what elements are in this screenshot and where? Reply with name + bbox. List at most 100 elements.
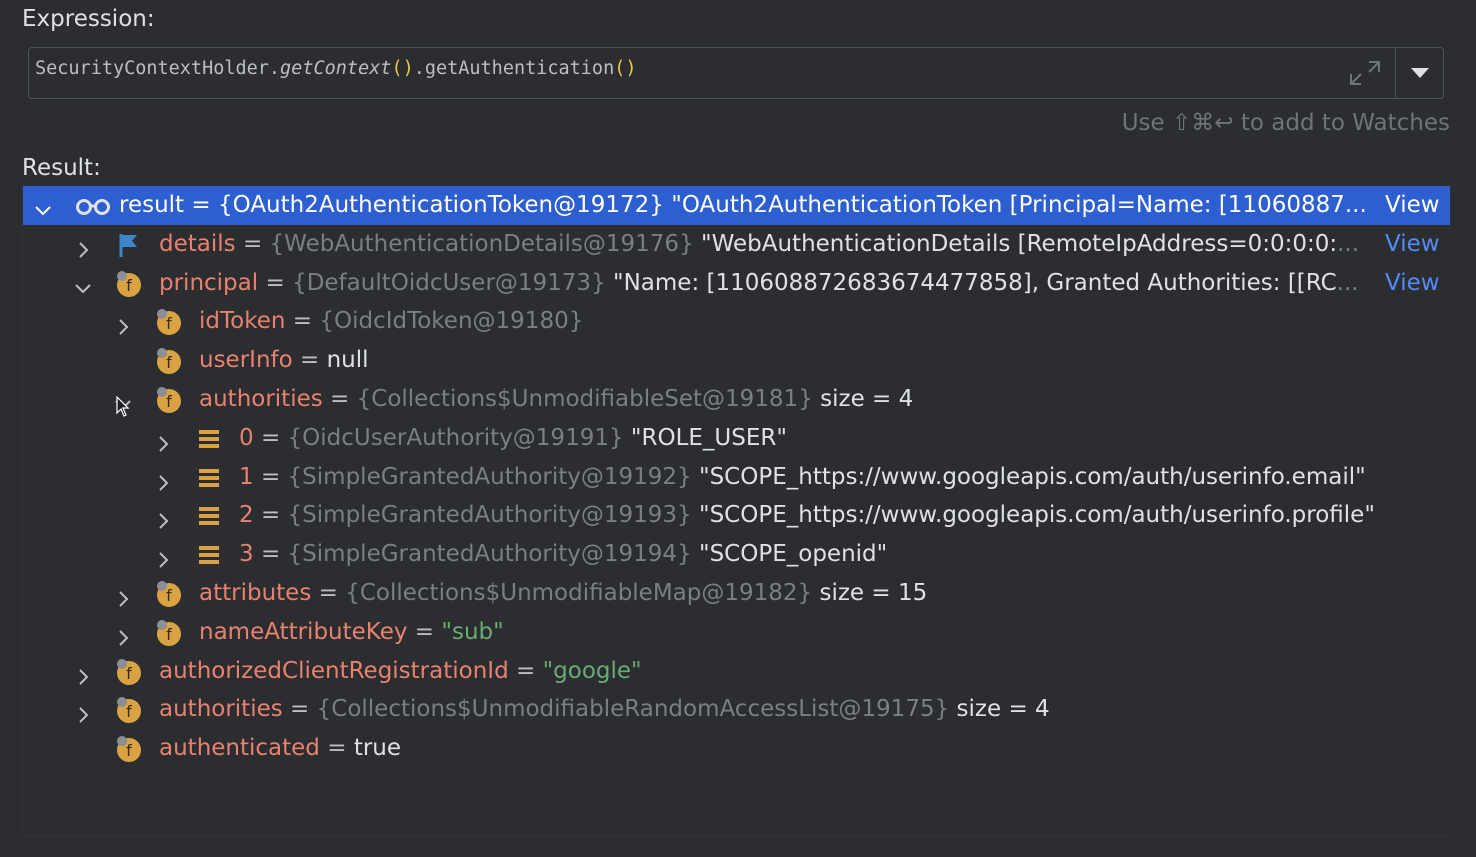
field-icon: f	[115, 735, 143, 763]
variable-name: 3	[239, 541, 254, 568]
tree-row-content: 0 = {OidcUserAuthority@19191} "ROLE_USER…	[239, 419, 787, 458]
object-type: {SimpleGrantedAuthority@19194}	[287, 541, 692, 568]
field-icon: f	[155, 386, 183, 414]
tree-row[interactable]: f attributes = {Collections$UnmodifiableM…	[23, 574, 1450, 613]
equals-sign: =	[282, 696, 317, 723]
chevron-right-icon[interactable]	[73, 699, 93, 724]
tree-row-content: authorities = {Collections$UnmodifiableR…	[159, 690, 1050, 729]
tree-row-content: authenticated = true	[159, 729, 401, 768]
variable-value: "SCOPE_https://www.googleapis.com/auth/u…	[691, 502, 1375, 529]
tree-row-content: result = {OAuth2AuthenticationToken@1917…	[119, 186, 1367, 225]
variable-value: "sub"	[441, 618, 504, 645]
chevron-down-icon[interactable]	[33, 195, 53, 216]
tree-row[interactable]: f authorizedClientRegistrationId = "googl…	[23, 652, 1450, 691]
tree-row[interactable]: 1 = {SimpleGrantedAuthority@19192} "SCOP…	[23, 458, 1450, 497]
svg-text:f: f	[166, 625, 172, 644]
chevron-down-icon[interactable]	[73, 273, 93, 294]
field-icon: f	[155, 347, 183, 375]
tree-row[interactable]: f authenticated = true	[23, 729, 1450, 768]
variable-name: userInfo	[199, 347, 293, 374]
variable-name: result	[119, 192, 185, 218]
equals-sign: =	[258, 269, 293, 296]
svg-text:f: f	[166, 353, 172, 372]
svg-text:f: f	[126, 664, 132, 683]
array-element-icon	[195, 541, 223, 569]
tree-row-content: details = {WebAuthenticationDetails@1917…	[159, 225, 1359, 264]
variable-name: 0	[239, 424, 254, 451]
variable-name: authorities	[199, 385, 323, 412]
equals-sign: =	[508, 657, 543, 684]
object-type: {Collections$UnmodifiableMap@19182}	[345, 579, 813, 606]
chevron-right-icon[interactable]	[153, 428, 173, 452]
tree-row[interactable]: result = {OAuth2AuthenticationToken@1917…	[23, 186, 1450, 225]
equals-sign: =	[253, 502, 288, 529]
equals-sign: =	[407, 618, 442, 645]
tree-row[interactable]: f idToken = {OidcIdToken@19180}	[23, 302, 1450, 341]
view-link[interactable]: View	[1385, 264, 1440, 303]
chevron-right-icon[interactable]	[153, 467, 173, 491]
variable-value: size = 4	[812, 385, 914, 412]
object-type: {DefaultOidcUser@19173}	[292, 269, 606, 296]
truncation-ellipsis: ...	[1344, 192, 1367, 218]
tree-row[interactable]: details = {WebAuthenticationDetails@1917…	[23, 225, 1450, 264]
tree-row-content: authorizedClientRegistrationId = "google…	[159, 652, 642, 691]
tree-row[interactable]: f authorities = {Collections$Unmodifiable…	[23, 380, 1450, 419]
add-to-watches-hint: Use ⇧⌘↩ to add to Watches	[1121, 110, 1450, 136]
tree-row[interactable]: 2 = {SimpleGrantedAuthority@19193} "SCOP…	[23, 496, 1450, 535]
flag-icon	[115, 231, 143, 259]
equals-sign: =	[253, 463, 288, 490]
evaluate-expression-dialog: Expression: SecurityContextHolder.getCon…	[0, 0, 1476, 857]
expand-icon[interactable]	[1347, 58, 1383, 88]
variable-name: 1	[239, 463, 254, 490]
tree-row-content: idToken = {OidcIdToken@19180}	[199, 302, 583, 341]
variable-value: "Name: [110608872683674477858], Granted …	[605, 269, 1337, 296]
variable-value: "google"	[542, 657, 642, 684]
chevron-right-icon[interactable]	[113, 311, 133, 336]
chevron-right-icon[interactable]	[113, 583, 133, 607]
tree-row[interactable]: 3 = {SimpleGrantedAuthority@19194} "SCOP…	[23, 535, 1450, 574]
expression-input[interactable]: SecurityContextHolder.getContext().getAu…	[28, 47, 1444, 99]
view-link[interactable]: View	[1385, 186, 1440, 225]
svg-text:f: f	[166, 586, 172, 605]
chevron-right-icon[interactable]	[73, 661, 93, 685]
tree-row[interactable]: f userInfo = null	[23, 341, 1450, 380]
field-icon: f	[115, 658, 143, 686]
equals-sign: =	[311, 579, 346, 606]
equals-sign: =	[285, 308, 320, 335]
array-element-icon	[195, 425, 223, 453]
variable-value: null	[326, 347, 369, 374]
object-type: {SimpleGrantedAuthority@19192}	[287, 463, 692, 490]
array-element-icon	[195, 502, 223, 530]
expression-text[interactable]: SecurityContextHolder.getContext().getAu…	[35, 58, 636, 79]
object-type: {Collections$UnmodifiableSet@19181}	[356, 385, 813, 412]
tree-row[interactable]: f nameAttributeKey = "sub"	[23, 613, 1450, 652]
variable-name: details	[159, 230, 236, 257]
field-icon: f	[155, 580, 183, 608]
chevron-right-icon[interactable]	[73, 234, 93, 258]
truncation-ellipsis: ...	[1337, 230, 1360, 257]
tree-row[interactable]: 0 = {OidcUserAuthority@19191} "ROLE_USER…	[23, 419, 1450, 458]
variable-name: authorizedClientRegistrationId	[159, 657, 509, 684]
history-dropdown-button[interactable]	[1396, 48, 1444, 98]
field-icon: f	[155, 308, 183, 336]
result-tree[interactable]: result = {OAuth2AuthenticationToken@1917…	[22, 185, 1451, 837]
object-type: {WebAuthenticationDetails@19176}	[269, 230, 694, 257]
tree-row[interactable]: f authorities = {Collections$Unmodifiable…	[23, 690, 1450, 729]
variable-value: "OAuth2AuthenticationToken [Principal=Na…	[663, 192, 1345, 218]
svg-text:f: f	[126, 741, 132, 760]
variable-name: 2	[239, 502, 254, 529]
equals-sign: =	[292, 347, 327, 374]
object-type: {OidcUserAuthority@19191}	[287, 424, 624, 451]
chevron-right-icon[interactable]	[153, 505, 173, 530]
equals-sign: =	[319, 735, 354, 762]
variable-value: "WebAuthenticationDetails [RemoteIpAddre…	[693, 230, 1338, 257]
chevron-right-icon[interactable]	[113, 622, 133, 646]
object-type: {SimpleGrantedAuthority@19193}	[287, 502, 692, 529]
variable-value: true	[353, 735, 402, 762]
tree-row[interactable]: f principal = {DefaultOidcUser@19173} "Na…	[23, 264, 1450, 303]
view-link[interactable]: View	[1385, 225, 1440, 264]
chevron-right-icon[interactable]	[153, 544, 173, 568]
variable-value: size = 4	[949, 696, 1050, 723]
svg-text:f: f	[126, 702, 132, 721]
expression-label: Expression:	[22, 6, 155, 32]
